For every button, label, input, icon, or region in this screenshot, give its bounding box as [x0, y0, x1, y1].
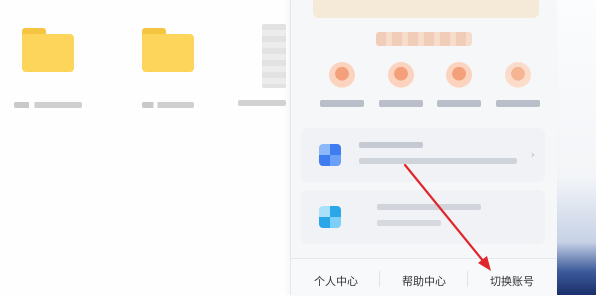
chevron-right-icon: › — [530, 148, 535, 161]
folder-name-blurred — [14, 102, 82, 108]
folder-icon — [22, 28, 74, 72]
perk-label-blurred — [495, 100, 540, 107]
desktop-folder[interactable] — [128, 28, 208, 108]
vip-tagline-blurred — [376, 32, 472, 46]
vip-banner[interactable] — [313, 0, 539, 18]
perk-item[interactable] — [378, 62, 424, 107]
wallpaper-strip — [556, 0, 596, 295]
perk-label-blurred — [378, 100, 423, 107]
perk-item[interactable] — [495, 62, 541, 107]
divider — [467, 271, 468, 287]
app-title-blurred — [359, 142, 423, 148]
account-popup-panel: › 个人中心 帮助中心 切换账号 — [290, 0, 557, 296]
app-grid-icon — [319, 144, 341, 166]
perk-row — [319, 62, 541, 107]
perk-icon — [504, 62, 531, 88]
app-title-blurred — [377, 204, 481, 210]
app-grid-icon — [319, 206, 341, 228]
personal-center-button[interactable]: 个人中心 — [314, 273, 358, 289]
perk-icon — [329, 62, 355, 88]
app-card[interactable]: › — [301, 128, 545, 182]
divider — [379, 271, 380, 287]
perk-item[interactable] — [319, 62, 365, 107]
perk-icon — [387, 62, 414, 88]
app-desc-blurred — [377, 220, 441, 226]
panel-footer: 个人中心 帮助中心 切换账号 — [291, 258, 557, 296]
folder-icon — [142, 28, 194, 72]
perk-icon — [446, 62, 473, 88]
document-name-blurred — [238, 100, 286, 106]
switch-account-button[interactable]: 切换账号 — [490, 273, 534, 289]
perk-label-blurred — [320, 100, 364, 107]
perk-label-blurred — [437, 100, 482, 107]
help-center-button[interactable]: 帮助中心 — [402, 273, 446, 289]
document-thumbnail[interactable] — [262, 24, 286, 88]
app-card[interactable] — [301, 190, 545, 244]
desktop-folder[interactable] — [8, 28, 88, 108]
folder-name-blurred — [142, 102, 194, 108]
perk-item[interactable] — [436, 62, 482, 107]
app-desc-blurred — [359, 158, 517, 164]
